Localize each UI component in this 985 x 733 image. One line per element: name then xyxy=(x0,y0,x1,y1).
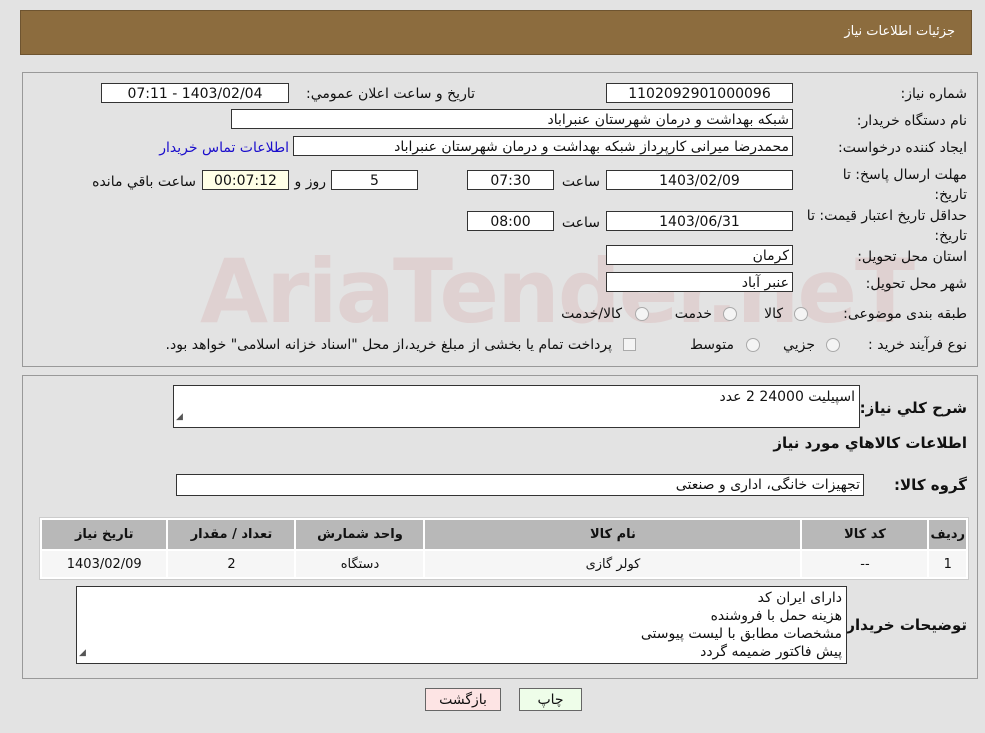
goods-heading: اطلاعات كالاهاي مورد نياز xyxy=(773,434,967,452)
announce-field: 1403/02/04 - 07:11 xyxy=(101,83,289,103)
buyer-org-label: نام دستگاه خريدار: xyxy=(856,113,967,129)
creator-field: محمدرضا میرانی کارپرداز شبکه بهداشت و در… xyxy=(293,136,793,156)
cell-code: -- xyxy=(802,551,928,577)
deadline-label: مهلت ارسال پاسخ: تا تاريخ: xyxy=(842,167,967,203)
notes-textarea[interactable]: دارای ایران کد هزینه حمل با فروشنده مشخص… xyxy=(76,586,847,664)
page-title: جزئیات اطلاعات نیاز xyxy=(844,24,955,39)
announce-label: تاریخ و ساعت اعلان عمومي: xyxy=(306,86,475,102)
cell-row: 1 xyxy=(929,551,966,577)
process-note: پرداخت تمام یا بخشی از مبلغ خرید،از محل … xyxy=(165,337,612,353)
need-number-field: 1102092901000096 xyxy=(606,83,793,103)
city-field: عنبر آباد xyxy=(606,272,793,292)
notes-line: مشخصات مطابق با لیست پیوستی xyxy=(640,626,842,642)
col-name: نام کالا xyxy=(425,520,801,549)
validity-time-field: 08:00 xyxy=(467,211,554,231)
col-row: رديف xyxy=(929,520,966,549)
notes-line: هزینه حمل با فروشنده xyxy=(710,608,842,624)
need-number-label: شماره نیاز: xyxy=(900,86,968,102)
category-label: طبقه بندی موضوعی: xyxy=(843,306,967,322)
category-radio-goods[interactable] xyxy=(794,307,808,321)
category-option-goods: كالا xyxy=(764,306,783,322)
city-label: شهر محل تحويل: xyxy=(865,276,967,292)
category-radio-service[interactable] xyxy=(723,307,737,321)
group-field: تجهیزات خانگی، اداری و صنعتی xyxy=(176,474,864,496)
table-row: 1 -- کولر گازی دستگاه 2 1403/02/09 xyxy=(42,551,966,577)
resize-grip-icon[interactable]: ◢ xyxy=(79,644,86,662)
cell-date: 1403/02/09 xyxy=(42,551,167,577)
group-label: گروه کالا: xyxy=(894,476,967,494)
category-option-both: كالا/خدمت xyxy=(561,306,622,322)
remaining-time-field: 00:07:12 xyxy=(202,170,289,190)
cell-qty: 2 xyxy=(168,551,295,577)
print-button[interactable]: چاپ xyxy=(519,688,582,711)
col-date: تاریخ نیاز xyxy=(42,520,167,549)
category-option-service: خدمت xyxy=(674,306,712,322)
notes-label: توضيحات خريدار: xyxy=(840,616,967,634)
resize-grip-icon[interactable]: ◢ xyxy=(176,408,183,426)
cell-name: کولر گازی xyxy=(425,551,801,577)
deadline-time-label: ساعت xyxy=(561,174,600,190)
process-option-minor: جزيي xyxy=(783,337,815,353)
remaining-label: ساعت باقي مانده xyxy=(92,174,196,190)
deadline-date-field: 1403/02/09 xyxy=(606,170,793,190)
back-button[interactable]: بازگشت xyxy=(425,688,501,711)
buyer-contact-link[interactable]: اطلاعات تماس خريدار xyxy=(159,140,289,156)
province-field: كرمان xyxy=(606,245,793,265)
treasury-checkbox[interactable] xyxy=(623,338,636,351)
desc-label: شرح كلي نياز: xyxy=(859,399,967,417)
notes-line: پیش فاکتور ضمیمه گردد xyxy=(700,644,842,660)
process-radio-minor[interactable] xyxy=(826,338,840,352)
table-header-row: رديف کد کالا نام کالا واحد شمارش تعداد /… xyxy=(42,520,966,549)
notes-line: دارای ایران کد xyxy=(757,590,842,606)
page-header: جزئیات اطلاعات نیاز xyxy=(20,10,972,55)
col-unit: واحد شمارش xyxy=(296,520,424,549)
watermark-logo: AriaTender.neT xyxy=(200,240,915,343)
validity-time-label: ساعت xyxy=(561,215,600,231)
cell-unit: دستگاه xyxy=(296,551,424,577)
days-label: روز و xyxy=(294,174,327,190)
category-radio-both[interactable] xyxy=(635,307,649,321)
goods-table: رديف کد کالا نام کالا واحد شمارش تعداد /… xyxy=(39,517,969,580)
process-radio-medium[interactable] xyxy=(746,338,760,352)
col-qty: تعداد / مقدار xyxy=(168,520,295,549)
deadline-time-field: 07:30 xyxy=(467,170,554,190)
days-field: 5 xyxy=(331,170,418,190)
process-label: نوع فرآيند خريد : xyxy=(868,337,967,353)
col-code: کد کالا xyxy=(802,520,928,549)
buyer-org-field: شبکه بهداشت و درمان شهرستان عنبراباد xyxy=(231,109,793,129)
province-label: استان محل تحويل: xyxy=(857,249,967,265)
creator-label: ایجاد کننده درخواست: xyxy=(838,140,967,156)
desc-textarea[interactable]: اسپیلیت 24000 2 عدد ◢ xyxy=(173,385,860,428)
desc-text: اسپیلیت 24000 2 عدد xyxy=(719,389,855,405)
process-option-medium: متوسط xyxy=(690,337,734,353)
validity-date-field: 1403/06/31 xyxy=(606,211,793,231)
validity-label: حداقل تاريخ اعتبار قيمت: تا تاريخ: xyxy=(806,208,967,244)
